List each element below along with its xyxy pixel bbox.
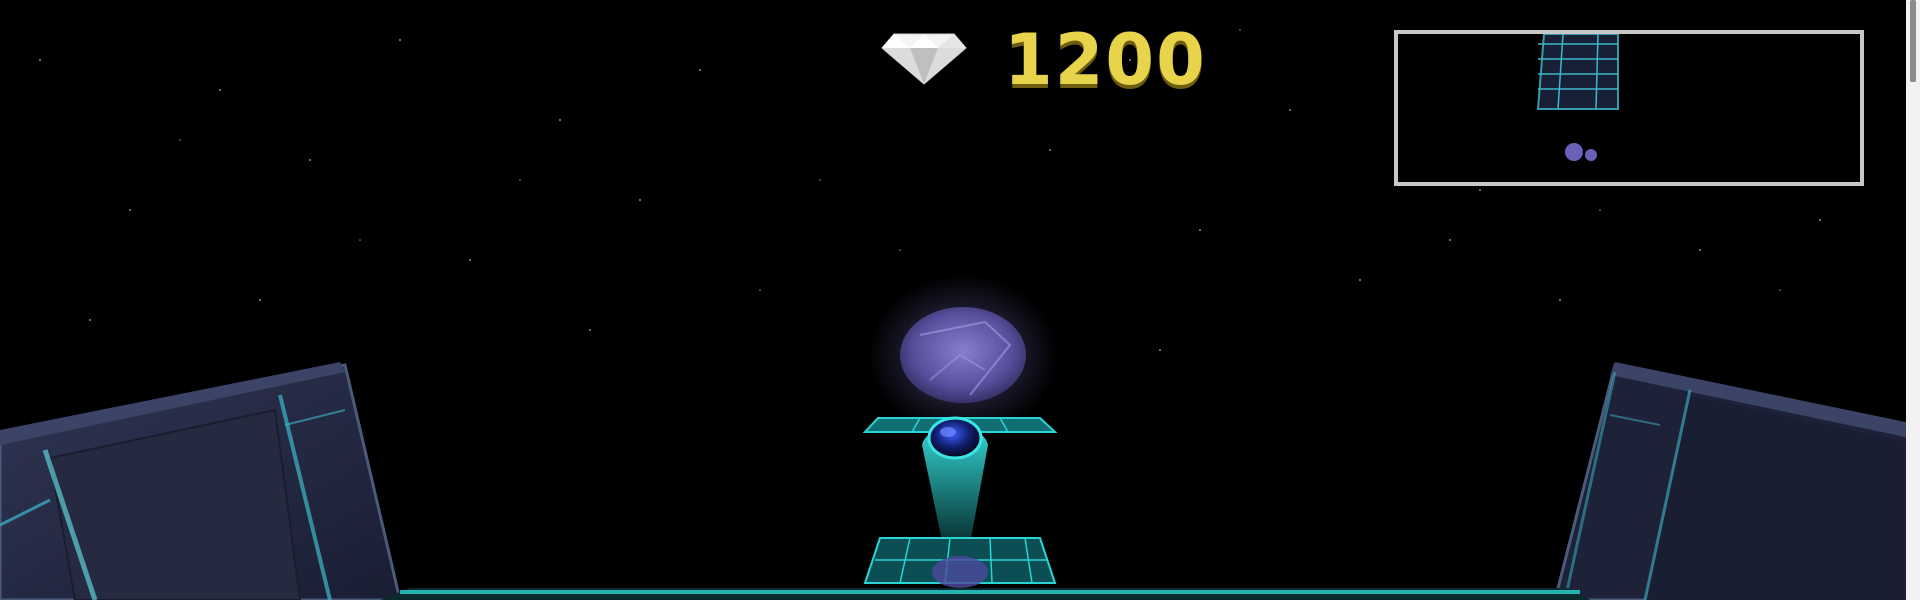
purple-orb — [868, 275, 1058, 435]
score-display: 1200 — [880, 20, 1207, 100]
minimap-player-marker — [1565, 143, 1597, 161]
left-wall-block — [0, 362, 402, 600]
player-ball — [927, 416, 983, 460]
right-wall-block — [1553, 362, 1920, 600]
floor-edge — [380, 588, 1590, 600]
scrollbar-track[interactable] — [1906, 0, 1920, 600]
diamond-icon — [880, 30, 968, 90]
score-value: 1200 — [1004, 19, 1207, 101]
minimap — [1394, 30, 1864, 186]
scrollbar-thumb[interactable] — [1910, 0, 1916, 82]
floating-tile-lower — [863, 537, 1057, 588]
minimap-track — [1536, 34, 1619, 110]
